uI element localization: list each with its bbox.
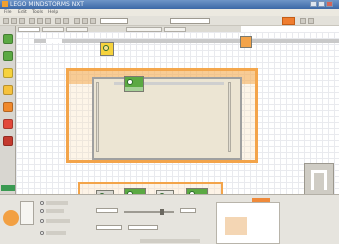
move-block-icon[interactable] — [3, 34, 13, 44]
action-radio[interactable] — [40, 219, 44, 223]
switch-left-rail — [96, 82, 99, 152]
paste-icon[interactable] — [45, 18, 51, 24]
menu-edit[interactable]: Edit — [18, 9, 27, 16]
window-title: LEGO MINDSTORMS NXT — [10, 1, 84, 8]
switch-block-icon[interactable] — [3, 136, 13, 146]
menu-bar: File Edit Tools Help — [0, 9, 339, 16]
new-file-icon[interactable] — [3, 18, 9, 24]
steering-field[interactable] — [96, 208, 118, 213]
power-slider-thumb[interactable] — [160, 209, 164, 215]
sensor-block[interactable] — [100, 42, 114, 56]
next-action-row — [46, 231, 66, 235]
maximize-button[interactable] — [318, 1, 325, 7]
display-block-icon[interactable] — [3, 85, 13, 95]
direction-row — [46, 209, 64, 213]
copy-icon[interactable] — [37, 18, 43, 24]
close-button[interactable] — [326, 1, 333, 7]
port-row — [46, 201, 68, 205]
zoom-select[interactable] — [100, 18, 128, 24]
action-row — [46, 219, 70, 223]
controller-outline — [311, 170, 327, 190]
switch-right-rail — [228, 82, 231, 152]
help-image — [225, 217, 247, 235]
power-field[interactable] — [180, 208, 196, 213]
block-badge-icon — [3, 210, 19, 226]
block-palette — [0, 26, 16, 194]
block-port-label — [125, 87, 143, 91]
sound-block-icon[interactable] — [3, 68, 13, 78]
help-panel — [216, 202, 280, 244]
next-action-radio[interactable] — [40, 231, 44, 235]
direction-radio[interactable] — [40, 209, 44, 213]
menu-tools[interactable]: Tools — [32, 9, 43, 16]
open-file-icon[interactable] — [11, 18, 17, 24]
pan-tool-icon[interactable] — [82, 18, 88, 24]
hourglass-icon — [103, 45, 109, 51]
record-play-icon[interactable] — [3, 51, 13, 61]
portal-icon[interactable] — [308, 18, 314, 24]
feedback-row — [140, 239, 200, 243]
menu-help[interactable]: Help — [48, 9, 58, 16]
robo-center-icon[interactable] — [300, 18, 306, 24]
duration-field[interactable] — [96, 225, 122, 230]
mindstorms-app: LEGO MINDSTORMS NXT File Edit Tools Help — [0, 0, 339, 244]
toolbar — [0, 16, 339, 26]
switch-block[interactable] — [92, 77, 242, 160]
wait-block-icon[interactable] — [3, 102, 13, 112]
beam-gap — [46, 39, 62, 43]
palette-tabs[interactable] — [1, 185, 15, 191]
pointer-tool-icon[interactable] — [74, 18, 80, 24]
duration-unit-select[interactable] — [128, 225, 158, 230]
loop-end-marker[interactable] — [240, 36, 252, 48]
block-type-icon — [20, 201, 34, 225]
nxt-connect-button[interactable] — [282, 17, 295, 25]
nxt-controller[interactable] — [304, 163, 334, 197]
title-bar: LEGO MINDSTORMS NXT — [0, 0, 339, 9]
power-slider[interactable] — [124, 211, 174, 213]
motor-icon — [127, 79, 133, 85]
sequence-beam — [34, 39, 339, 43]
cut-icon[interactable] — [29, 18, 35, 24]
app-logo-icon — [2, 1, 8, 7]
undo-icon[interactable] — [55, 18, 61, 24]
configuration-panel — [0, 194, 339, 244]
port-radio[interactable] — [40, 201, 44, 205]
save-icon[interactable] — [19, 18, 25, 24]
profile-select[interactable] — [170, 18, 210, 24]
program-canvas[interactable] — [16, 32, 339, 212]
redo-icon[interactable] — [63, 18, 69, 24]
motor-block[interactable] — [124, 76, 144, 92]
comment-tool-icon[interactable] — [90, 18, 96, 24]
loop-block-icon[interactable] — [3, 119, 13, 129]
menu-file[interactable]: File — [4, 9, 12, 16]
minimize-button[interactable] — [310, 1, 317, 7]
